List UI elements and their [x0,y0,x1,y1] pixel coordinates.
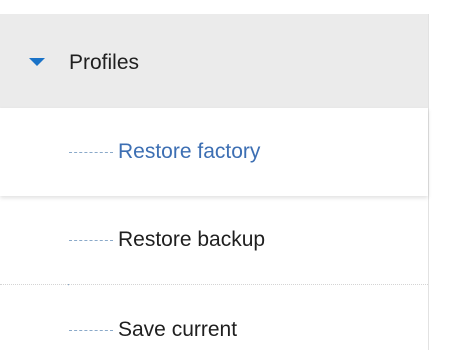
tree-item-save-current[interactable]: Save current [0,286,428,350]
item-divider [0,284,428,285]
profiles-panel: Profiles Restore factory Restore backup … [0,14,429,350]
tree-connector [69,152,113,153]
tree-item-label: Restore factory [118,140,261,163]
tree-item-restore-factory[interactable]: Restore factory [0,108,428,196]
profiles-group-header[interactable]: Profiles [0,14,428,109]
tree-connector [69,240,113,241]
profiles-group-label: Profiles [69,51,140,74]
tree-item-label: Restore backup [118,228,266,251]
tree-item-label: Save current [118,318,238,341]
caret-down-icon[interactable] [29,58,45,66]
tree-item-restore-backup[interactable]: Restore backup [0,196,428,284]
tree-connector [69,330,113,331]
